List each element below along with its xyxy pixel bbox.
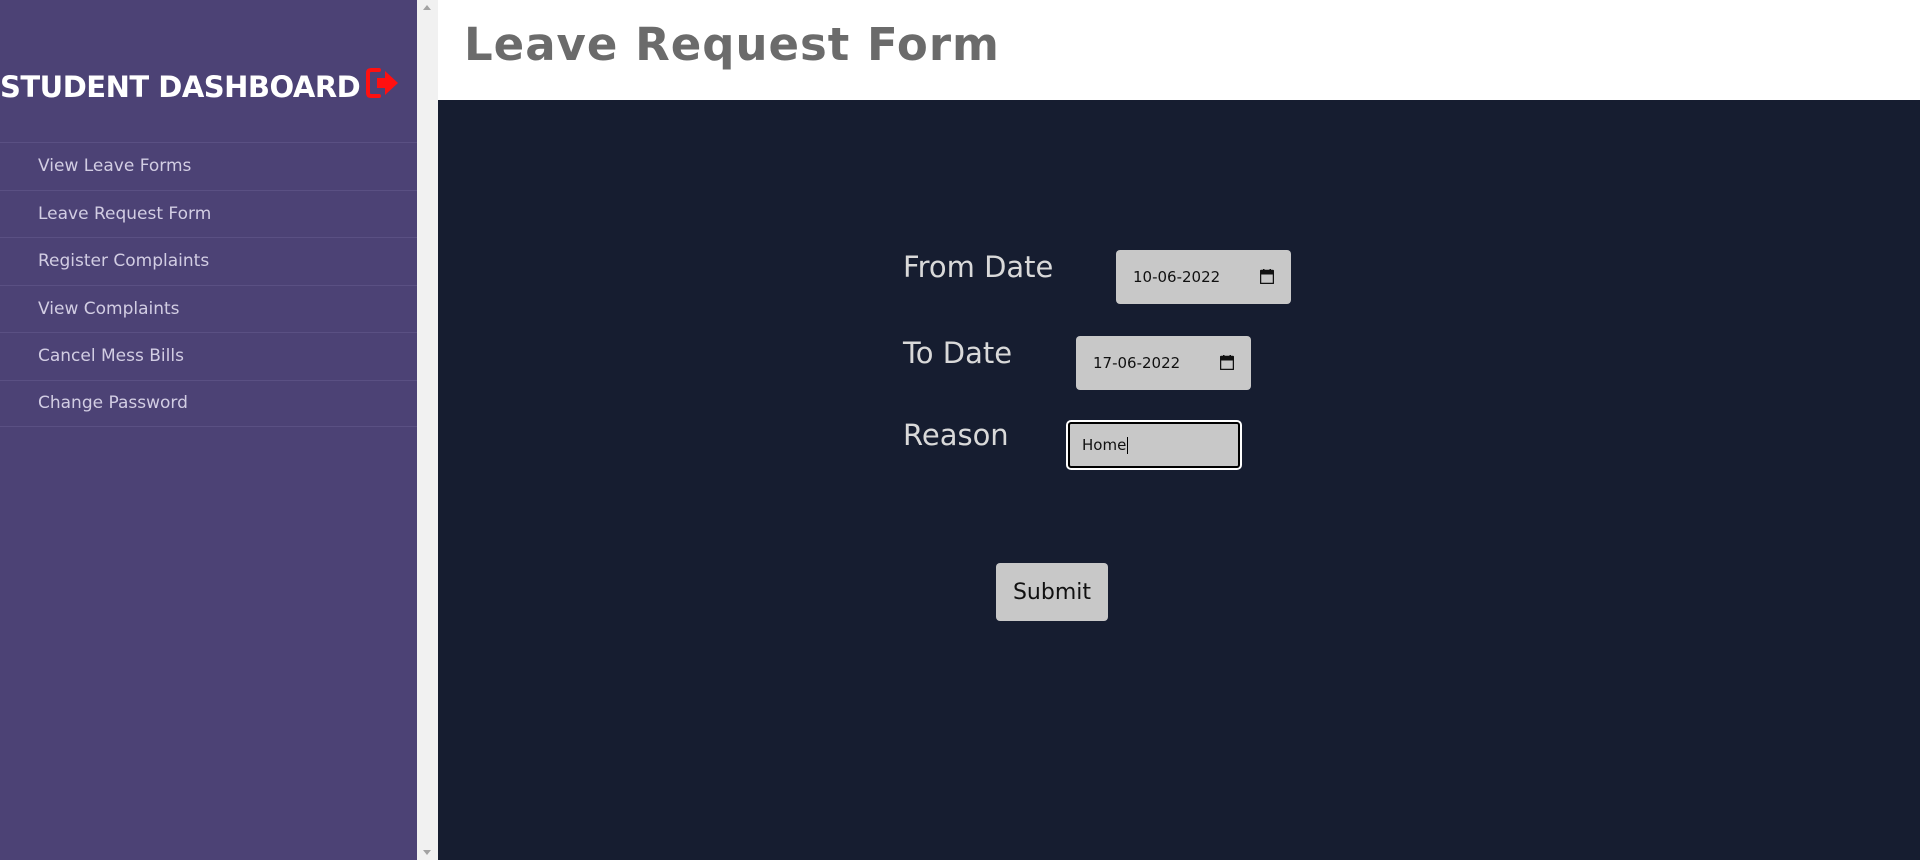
from-date-input[interactable]: 10-06-2022 xyxy=(1116,250,1291,304)
sidebar-item-label: View Leave Forms xyxy=(38,156,192,177)
sidebar-item-view-leave-forms[interactable]: View Leave Forms xyxy=(0,142,417,190)
sidebar-item-label: Cancel Mess Bills xyxy=(38,346,184,367)
to-date-value: 17-06-2022 xyxy=(1093,354,1181,372)
scroll-down-arrow-icon[interactable] xyxy=(423,850,431,855)
sidebar-item-cancel-mess-bills[interactable]: Cancel Mess Bills xyxy=(0,332,417,380)
sidebar-item-label: Leave Request Form xyxy=(38,203,212,224)
reason-value: Home xyxy=(1082,436,1127,454)
to-date-label: To Date xyxy=(903,336,1013,370)
submit-button[interactable]: Submit xyxy=(996,563,1108,621)
page-title: Leave Request Form xyxy=(464,18,1000,71)
logout-icon[interactable] xyxy=(365,66,401,100)
page-header: Leave Request Form xyxy=(438,0,1920,100)
to-date-input[interactable]: 17-06-2022 xyxy=(1076,336,1251,390)
sidebar-header: STUDENT DASHBOARD xyxy=(0,62,417,110)
sidebar-scrollbar[interactable] xyxy=(417,0,438,860)
sidebar: STUDENT DASHBOARD View Leave Forms Leave… xyxy=(0,0,417,860)
scroll-up-arrow-icon[interactable] xyxy=(423,5,431,10)
sidebar-item-register-complaints[interactable]: Register Complaints xyxy=(0,237,417,285)
form-area: From Date 10-06-2022 To Date 17-06-2022 … xyxy=(438,100,1920,860)
sidebar-item-leave-request-form[interactable]: Leave Request Form xyxy=(0,189,417,238)
sidebar-item-view-complaints[interactable]: View Complaints xyxy=(0,284,417,333)
calendar-icon[interactable] xyxy=(1260,269,1274,284)
dashboard-title: STUDENT DASHBOARD xyxy=(0,70,361,104)
calendar-icon[interactable] xyxy=(1220,355,1234,370)
sidebar-item-label: View Complaints xyxy=(38,298,180,319)
sidebar-item-change-password[interactable]: Change Password xyxy=(0,379,417,427)
sidebar-item-label: Change Password xyxy=(38,393,188,414)
from-date-label: From Date xyxy=(903,250,1054,284)
text-caret xyxy=(1127,436,1129,454)
reason-label: Reason xyxy=(903,418,1009,452)
sidebar-item-label: Register Complaints xyxy=(38,251,210,272)
reason-input[interactable]: Home xyxy=(1066,420,1242,470)
sidebar-nav: View Leave Forms Leave Request Form Regi… xyxy=(0,142,417,427)
from-date-value: 10-06-2022 xyxy=(1133,268,1221,286)
